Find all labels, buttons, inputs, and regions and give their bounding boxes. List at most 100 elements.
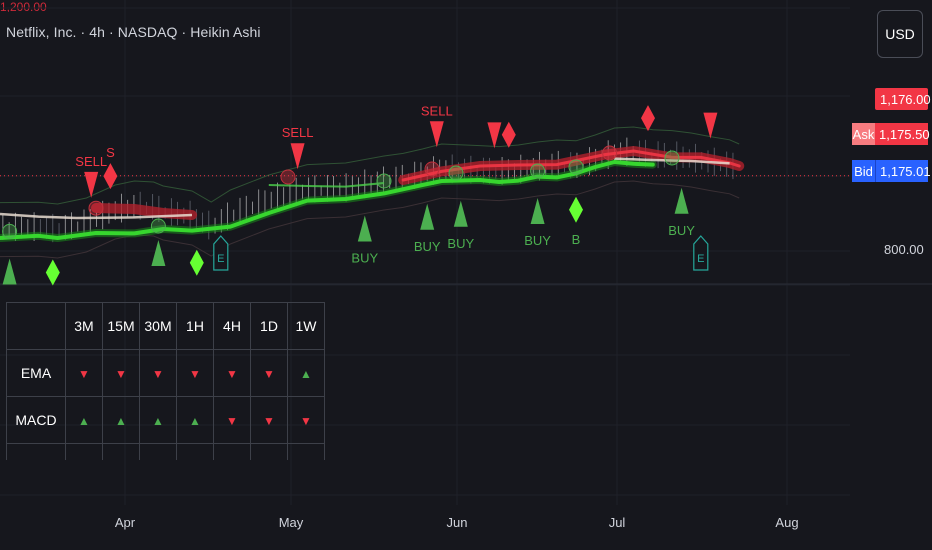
buy-signal-icon [151, 240, 166, 266]
signal-cell: ▲ [139, 396, 177, 444]
table-header-cell: 1W [287, 302, 325, 350]
chart-area[interactable]: SELL S SELL BUY BUY BUY SELL BUY B BUY E E Netflix,… [0, 0, 932, 550]
table-cell [65, 443, 103, 460]
table-row: MACD ▲ ▲ ▲ ▲ ▼ ▼ ▼ [6, 396, 325, 444]
last-price-tag: 1,176.00 [875, 88, 931, 110]
buy-signal-label: BUY [668, 223, 695, 238]
x-tick-label: Apr [114, 515, 136, 530]
sell-signal-label: S [106, 145, 115, 160]
signal-cell: ▼ [176, 349, 214, 397]
buy-diamond-icon [189, 249, 204, 276]
x-tick-label: Jul [608, 515, 626, 530]
buy-signal-icon [2, 258, 17, 285]
signal-cell: ▼ [250, 349, 288, 397]
earnings-label: E [217, 253, 224, 265]
table-cell [213, 443, 251, 460]
pivot-circle [88, 200, 104, 216]
buy-signal-label: BUY [351, 251, 378, 266]
x-tick-label: Aug [775, 515, 799, 530]
x-tick-label: May [278, 515, 304, 530]
signal-down-icon: ▼ [152, 367, 164, 381]
pivot-circle [150, 218, 166, 234]
signal-up-icon: ▲ [115, 414, 127, 428]
buy-diamond-icon [569, 196, 583, 223]
signal-up-icon: ▲ [78, 414, 90, 428]
buy-signal-label: BUY [414, 239, 441, 254]
row-label: EMA [6, 349, 66, 397]
price-chart[interactable]: SELLSSELLBUYBUY BUYSELLBUY BBUYE E [0, 0, 932, 550]
signal-down-icon: ▼ [226, 367, 238, 381]
table-cell [250, 443, 288, 460]
signal-down-icon: ▼ [189, 367, 201, 381]
table-header-cell [6, 302, 66, 350]
row-label: MACD [6, 396, 66, 444]
table-header-cell: 15M [102, 302, 140, 350]
trend-ribbon-red [91, 203, 197, 220]
pivot-circle [376, 173, 392, 189]
signal-cell: ▲ [65, 396, 103, 444]
pivot-circle [568, 159, 584, 175]
table-header-cell: 4H [213, 302, 251, 350]
pivot-circle [424, 161, 440, 177]
ask-price-row[interactable]: Ask 1,175.50 [852, 123, 930, 145]
table-cell [176, 443, 214, 460]
pivot-circle [2, 223, 18, 239]
signal-cell: ▼ [287, 396, 325, 444]
table-header-cell: 1H [176, 302, 214, 350]
sell-signal-label: SELL [282, 125, 314, 140]
buy-diamond-icon [45, 259, 60, 286]
buy-signal-label: BUY [447, 236, 474, 251]
signal-up-icon: ▲ [300, 367, 312, 381]
sell-signal-icon [429, 121, 444, 148]
bid-price-row[interactable]: Bid 1,175.01 [852, 160, 931, 182]
table-header-row: 3M 15M 30M 1H 4H 1D 1W [6, 302, 325, 350]
table-header-cell: 3M [65, 302, 103, 350]
signal-cell: ▲ [176, 396, 214, 444]
buy-signal-icon [453, 200, 468, 227]
table-header-cell: 30M [139, 302, 177, 350]
signal-down-icon: ▼ [300, 414, 312, 428]
signal-cell: ▲ [102, 396, 140, 444]
sell-signal-icon [290, 143, 305, 170]
bid-value: 1,175.01 [875, 160, 931, 182]
table-row-partial [6, 443, 325, 460]
signal-down-icon: ▼ [263, 414, 275, 428]
ask-label: Ask [852, 123, 875, 145]
signal-down-icon: ▼ [263, 367, 275, 381]
table-cell [287, 443, 325, 460]
sell-diamond-icon [641, 105, 655, 132]
signal-cell: ▼ [213, 349, 251, 397]
currency-button[interactable]: USD [877, 10, 923, 58]
mtf-signal-table: 3M 15M 30M 1H 4H 1D 1W EMA ▼ ▼ ▼ ▼ ▼ ▼ ▲… [6, 302, 325, 460]
table-cell [139, 443, 177, 460]
x-tick-label: Jun [446, 515, 468, 530]
sell-signal-icon [487, 122, 502, 149]
buy-signal-label: BUY [524, 233, 551, 248]
sell-signal-icon [703, 112, 718, 139]
buy-signal-label: B [572, 232, 581, 247]
signal-down-icon: ▼ [226, 414, 238, 428]
buy-signal-icon [357, 215, 372, 242]
symbol-title: Netflix, Inc. · 4h · NASDAQ · Heikin Ash… [6, 24, 261, 40]
sell-diamond-icon [501, 121, 516, 148]
table-cell [6, 443, 66, 460]
buy-signal-icon [674, 187, 689, 214]
sell-signal-label: SELL [421, 103, 453, 118]
signal-up-icon: ▲ [189, 414, 201, 428]
signal-cell: ▼ [65, 349, 103, 397]
signal-cell: ▼ [102, 349, 140, 397]
signal-cell: ▼ [250, 396, 288, 444]
sell-signal-label: SELL [75, 154, 107, 169]
table-header-cell: 1D [250, 302, 288, 350]
signal-up-icon: ▲ [152, 414, 164, 428]
pivot-circle [602, 145, 618, 161]
pivot-circle [448, 165, 464, 181]
pivot-circle [530, 163, 546, 179]
earnings-label: E [697, 253, 704, 265]
ask-value: 1,175.50 [875, 123, 930, 145]
signal-cell: ▼ [139, 349, 177, 397]
pivot-circle [664, 150, 680, 166]
signal-down-icon: ▼ [115, 367, 127, 381]
buy-signal-icon [530, 198, 545, 224]
table-row: EMA ▼ ▼ ▼ ▼ ▼ ▼ ▲ [6, 349, 325, 397]
